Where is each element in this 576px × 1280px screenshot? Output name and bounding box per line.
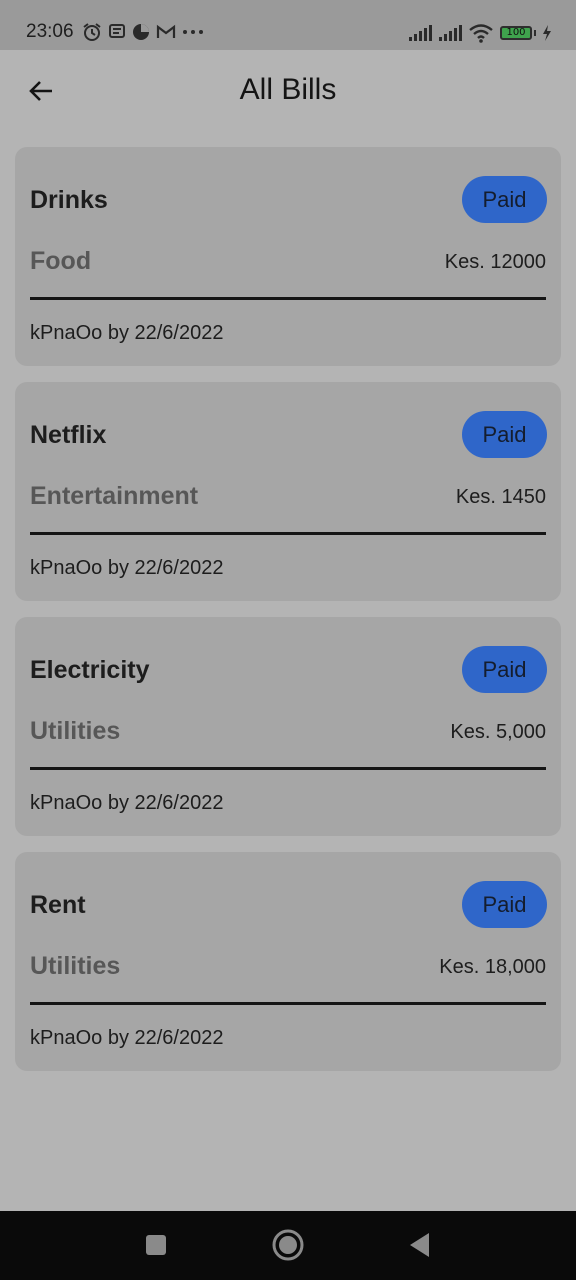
battery-level: 100 (506, 27, 526, 38)
bill-amount: Kes. 18,000 (439, 956, 546, 978)
status-bar: 23:06 100 (0, 0, 576, 50)
bill-meta: kPnaOo by 22/6/2022 (30, 557, 224, 579)
status-badge[interactable]: Paid (462, 881, 547, 928)
more-dots-icon (183, 30, 203, 34)
system-nav-bar (0, 1211, 576, 1280)
status-badge[interactable]: Paid (462, 411, 547, 458)
home-button[interactable] (268, 1225, 308, 1265)
bill-meta: kPnaOo by 22/6/2022 (30, 792, 224, 814)
bill-category: Food (30, 247, 92, 275)
alarm-icon (83, 23, 101, 41)
bill-name: Electricity (30, 656, 150, 684)
nav-back-button[interactable] (400, 1225, 440, 1265)
status-time: 23:06 (26, 21, 74, 42)
bill-list: Drinks Paid Food Kes. 12000 kPnaOo by 22… (15, 147, 561, 1071)
status-badge[interactable]: Paid (462, 176, 547, 223)
wifi-icon (469, 24, 493, 43)
gmail-icon (156, 24, 176, 38)
back-triangle-icon (410, 1233, 429, 1257)
signal-icon (409, 25, 432, 41)
bill-amount: Kes. 1450 (455, 486, 546, 508)
bill-name: Netflix (30, 421, 107, 449)
status-badge[interactable]: Paid (462, 646, 547, 693)
bill-card[interactable]: Electricity Paid Utilities Kes. 5,000 kP… (15, 617, 561, 836)
bill-meta: kPnaOo by 22/6/2022 (30, 1027, 224, 1049)
bill-card[interactable]: Drinks Paid Food Kes. 12000 kPnaOo by 22… (15, 147, 561, 366)
divider (30, 532, 546, 535)
app-notification-icon (133, 24, 149, 40)
bill-name: Drinks (30, 186, 108, 214)
bill-amount: Kes. 5,000 (450, 721, 546, 743)
system-icons: 100 (408, 22, 552, 44)
divider (30, 297, 546, 300)
page-title: All Bills (239, 73, 337, 106)
battery-body: 100 (500, 26, 532, 40)
divider (30, 767, 546, 770)
charging-icon (543, 25, 551, 41)
bill-category: Entertainment (30, 482, 199, 510)
home-circle-icon (272, 1229, 304, 1261)
app-bar: All Bills (0, 50, 576, 130)
notification-icons (82, 22, 204, 42)
bill-meta: kPnaOo by 22/6/2022 (30, 322, 224, 344)
bill-category: Utilities (30, 717, 121, 745)
bill-name: Rent (30, 891, 86, 919)
battery-icon: 100 (500, 26, 536, 40)
recents-square-icon (146, 1235, 166, 1255)
message-icon (109, 24, 125, 38)
bill-category: Utilities (30, 952, 121, 980)
recents-button[interactable] (136, 1225, 176, 1265)
bill-amount: Kes. 12000 (444, 251, 546, 273)
battery-tip (534, 30, 536, 36)
bill-card[interactable]: Netflix Paid Entertainment Kes. 1450 kPn… (15, 382, 561, 601)
divider (30, 1002, 546, 1005)
bill-card[interactable]: Rent Paid Utilities Kes. 18,000 kPnaOo b… (15, 852, 561, 1071)
signal-icon (439, 25, 462, 41)
